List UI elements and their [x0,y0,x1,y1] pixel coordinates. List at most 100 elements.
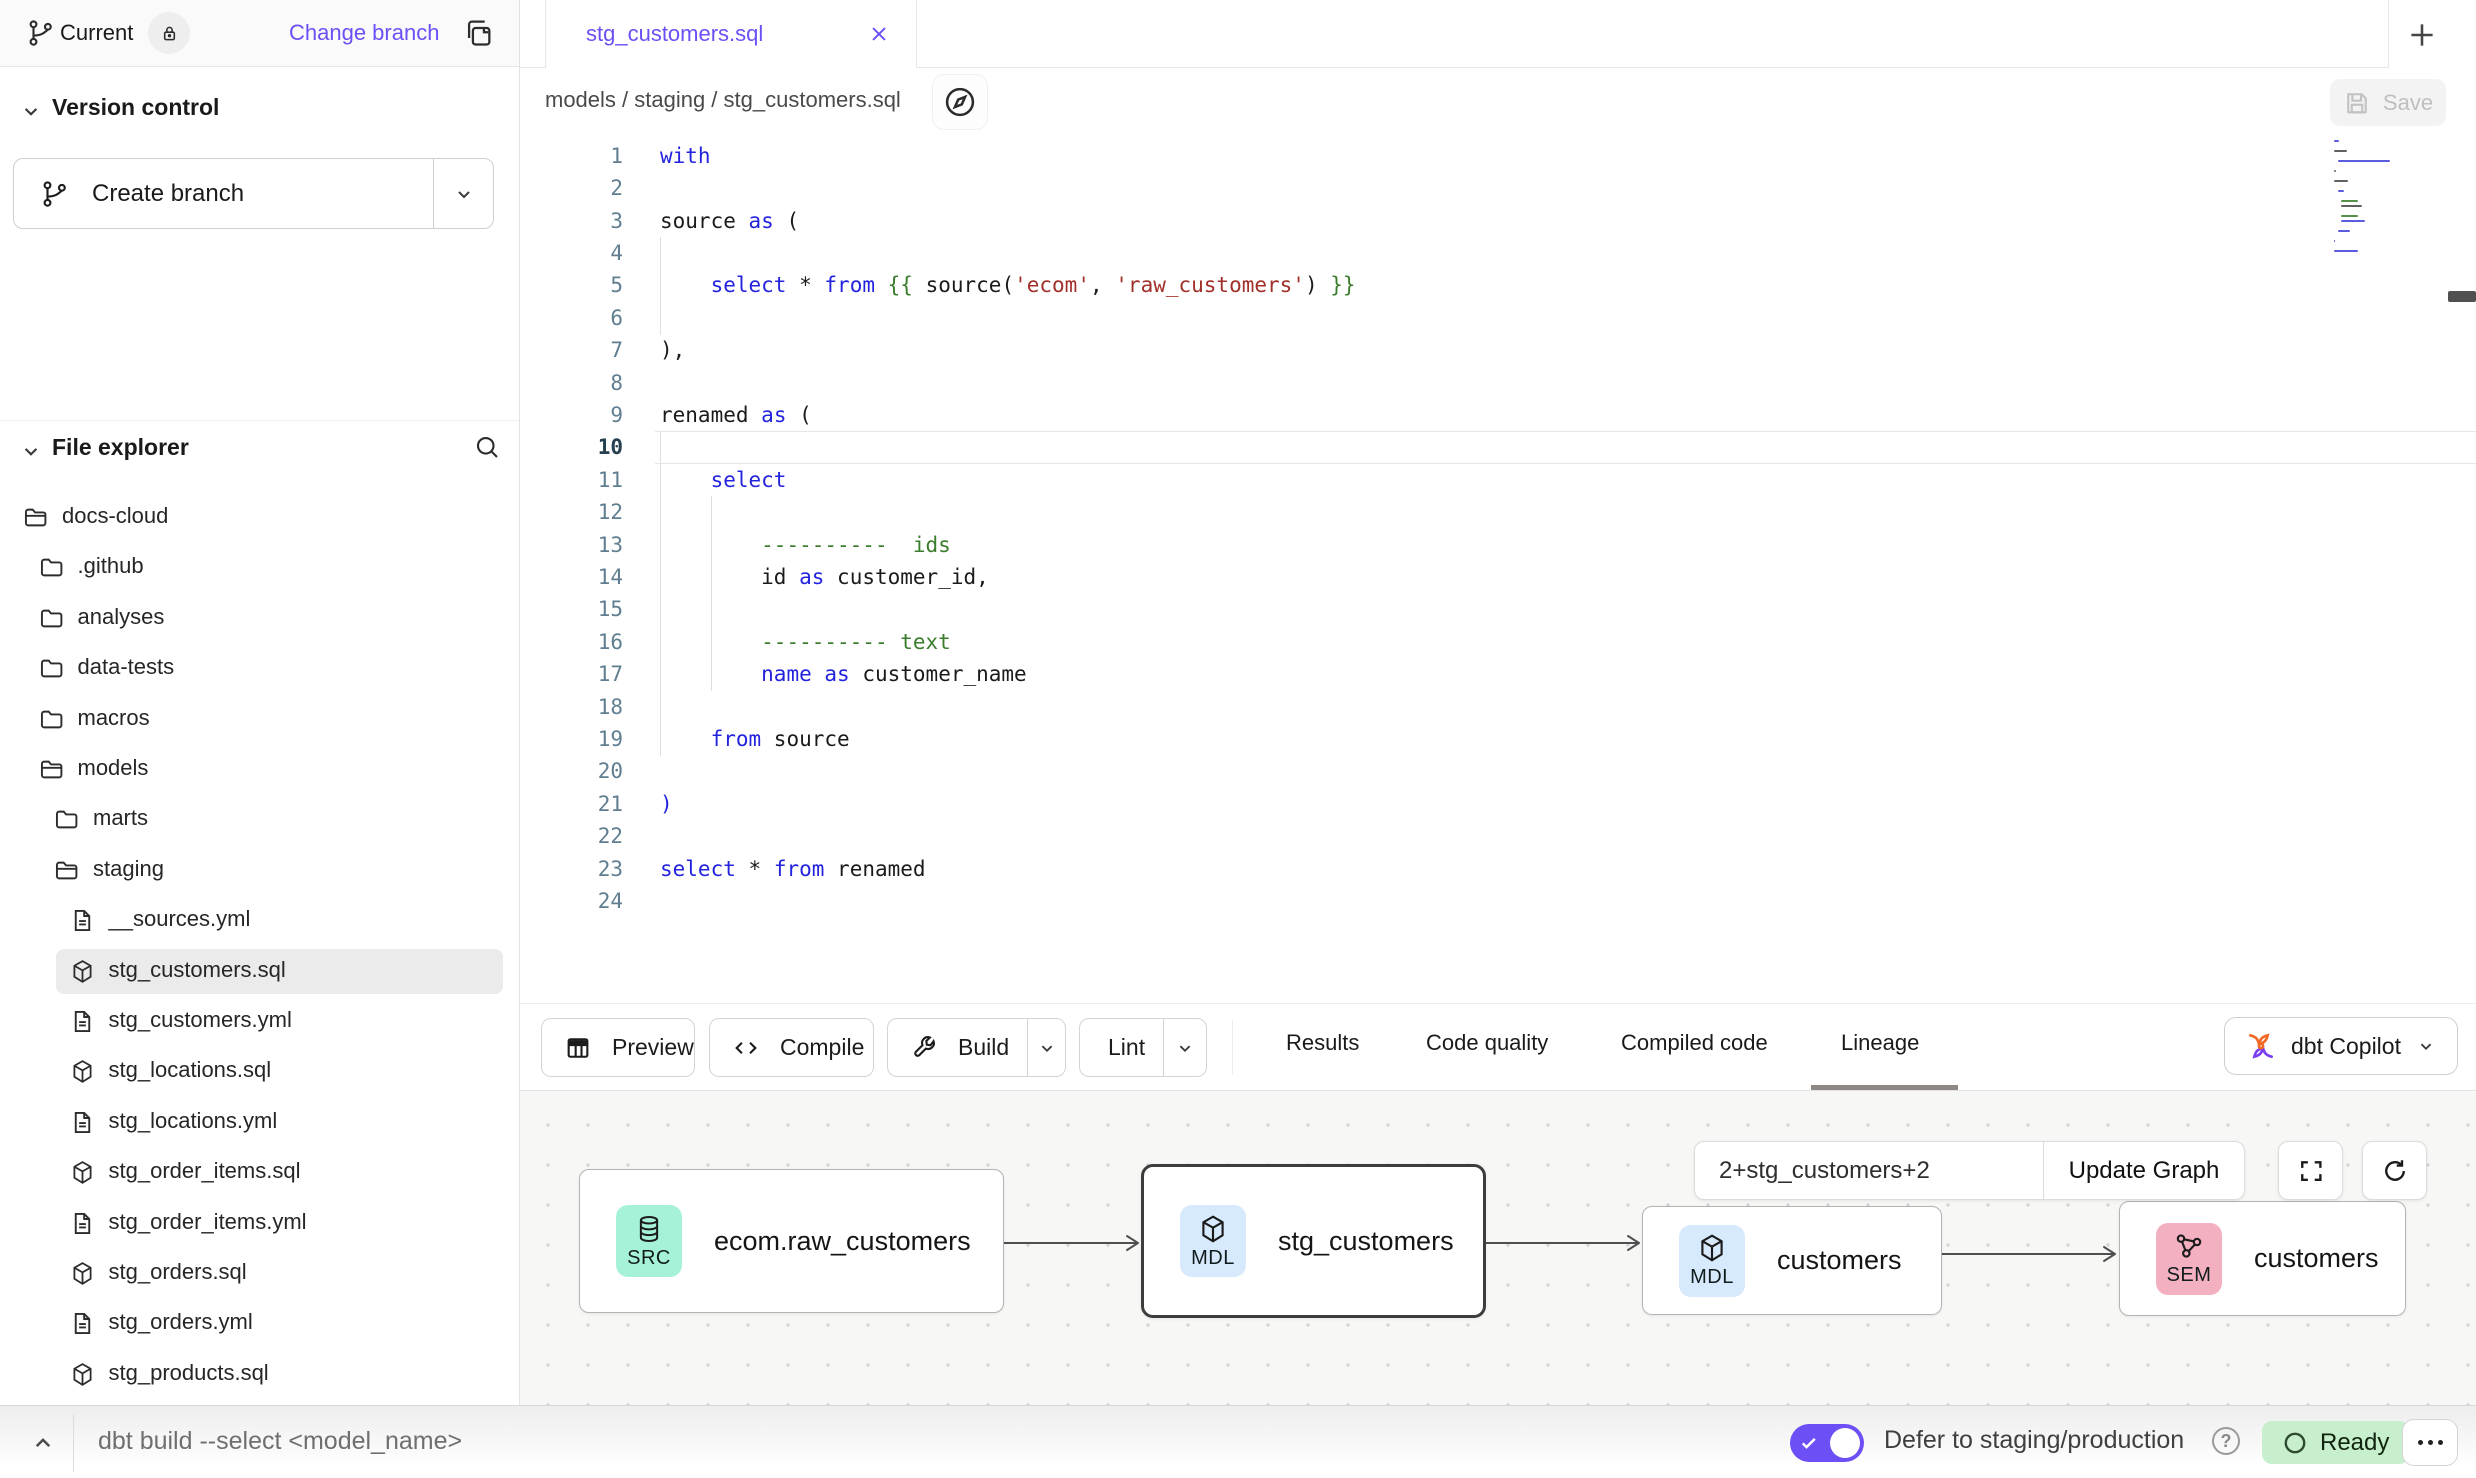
tab-results[interactable]: Results [1286,1030,1359,1056]
tab-stg-customers-sql[interactable]: stg_customers.sql [545,0,917,68]
close-icon[interactable] [866,21,892,47]
code-line-5[interactable]: 5 select * from {{ source('ecom', 'raw_c… [520,269,2476,302]
file-item-stg-products-sql[interactable]: stg_products.sql [0,1352,520,1398]
file-item-stg-locations-yml[interactable]: stg_locations.yml [0,1100,520,1146]
code-line-6[interactable]: 6 [520,302,2476,335]
file-item--sources-yml[interactable]: __sources.yml [0,898,520,944]
database-icon [634,1213,664,1245]
file-item-data-tests[interactable]: data-tests [0,646,520,692]
code-line-14[interactable]: 14 id as customer_id, [520,561,2476,594]
change-branch-link[interactable]: Change branch [289,20,439,46]
file-item-analyses[interactable]: analyses [0,596,520,642]
lineage-node-stg-customers[interactable]: MDLstg_customers [1141,1164,1486,1318]
lineage-node-customers[interactable]: MDLcustomers [1642,1206,1942,1315]
lineage-selector-input[interactable]: 2+stg_customers+2 [1695,1142,2043,1199]
file-item-marts[interactable]: marts [0,797,520,843]
file-item-docs-cloud[interactable]: docs-cloud [0,495,520,541]
lineage-node-ecom-raw-customers[interactable]: SRCecom.raw_customers [579,1169,1004,1313]
command-input[interactable]: dbt build --select <model_name> [98,1427,462,1456]
lint-dropdown[interactable] [1163,1019,1206,1076]
fullscreen-button[interactable] [2278,1141,2343,1200]
code-line-7[interactable]: 7), [520,334,2476,367]
code-line-2[interactable]: 2 [520,172,2476,205]
copy-icon[interactable] [462,16,496,50]
more-options-button[interactable] [2402,1419,2458,1466]
new-tab-button[interactable] [2402,15,2442,55]
code-line-10[interactable]: 10 [520,431,2476,464]
code-line-1[interactable]: 1with [520,140,2476,173]
file-item-stg-customers-yml[interactable]: stg_customers.yml [0,999,520,1045]
code-line-22[interactable]: 22 [520,820,2476,853]
code-line-13[interactable]: 13 ---------- ids [520,529,2476,562]
file-item-models[interactable]: models [0,747,520,793]
defer-toggle[interactable] [1790,1424,1864,1462]
search-icon[interactable] [472,432,502,462]
build-dropdown[interactable] [1027,1019,1065,1076]
code-line-20[interactable]: 20 [520,755,2476,788]
code-line-17[interactable]: 17 name as customer_name [520,658,2476,691]
minimap-line [2334,240,2335,242]
file-item-macros[interactable]: macros [0,697,520,743]
network-icon [2173,1230,2205,1262]
refresh-button[interactable] [2362,1141,2427,1200]
lint-button[interactable]: Lint [1079,1018,1207,1077]
code-editor[interactable]: 1with23source as (45 select * from {{ so… [520,135,2476,1003]
code-line-3[interactable]: 3source as ( [520,205,2476,238]
file-item-label: stg_orders.yml [109,1309,253,1335]
save-button[interactable]: Save [2330,79,2446,126]
file-item--github[interactable]: .github [0,545,520,591]
code-line-19[interactable]: 19 from source [520,723,2476,756]
code-line-11[interactable]: 11 select [520,464,2476,497]
compile-label: Compile [776,1034,868,1061]
model-cube-icon [69,1058,96,1085]
refresh-icon [2380,1156,2410,1186]
file-item-staging[interactable]: staging [0,848,520,894]
tab-lineage[interactable]: Lineage [1841,1030,1919,1056]
minimap[interactable] [2334,140,2392,270]
main-content: stg_customers.sql models / staging / stg… [520,0,2476,1405]
tab-strip: stg_customers.sql [520,0,2476,68]
file-explorer-collapse-icon[interactable] [18,438,44,464]
version-control-collapse-icon[interactable] [18,98,44,124]
lineage-node-customers[interactable]: SEMcustomers [2119,1201,2406,1316]
code-line-24[interactable]: 24 [520,885,2476,918]
code-line-16[interactable]: 16 ---------- text [520,626,2476,659]
help-icon[interactable]: ? [2212,1427,2240,1455]
update-graph-button[interactable]: Update Graph [2043,1142,2244,1199]
create-branch-button[interactable]: Create branch [13,158,494,229]
cube-icon [1696,1232,1728,1264]
code-text: select * from renamed [660,853,926,886]
file-item-stg-order-items-yml[interactable]: stg_order_items.yml [0,1201,520,1247]
chevron-up-icon[interactable] [28,1428,58,1458]
code-line-23[interactable]: 23select * from renamed [520,853,2476,886]
code-line-18[interactable]: 18 [520,691,2476,724]
cube-icon [1197,1213,1229,1245]
file-item-stg-order-items-sql[interactable]: stg_order_items.sql [0,1150,520,1196]
file-item-stg-orders-yml[interactable]: stg_orders.yml [0,1301,520,1347]
build-button[interactable]: Build [887,1018,1066,1077]
save-icon [2343,89,2371,117]
code-line-15[interactable]: 15 [520,593,2476,626]
copilot-compass-button[interactable] [932,74,988,130]
create-branch-dropdown[interactable] [433,159,493,228]
branch-bar: Current Change branch [0,0,519,67]
code-line-8[interactable]: 8 [520,367,2476,400]
preview-button[interactable]: Preview [541,1018,695,1077]
file-item-stg-locations-sql[interactable]: stg_locations.sql [0,1049,520,1095]
file-item-stg-customers-sql[interactable]: stg_customers.sql [0,949,520,995]
folder-open-icon [53,857,80,884]
code-line-9[interactable]: 9renamed as ( [520,399,2476,432]
create-branch-label: Create branch [92,180,244,208]
lint-label: Lint [1104,1034,1149,1061]
file-item-stg-orders-sql[interactable]: stg_orders.sql [0,1251,520,1297]
code-line-21[interactable]: 21) [520,788,2476,821]
code-line-12[interactable]: 12 [520,496,2476,529]
branch-readonly-badge [148,12,190,54]
tab-code-quality[interactable]: Code quality [1426,1030,1548,1056]
tab-compiled-code[interactable]: Compiled code [1621,1030,1768,1056]
code-line-4[interactable]: 4 [520,237,2476,270]
compile-button[interactable]: Compile [709,1018,874,1077]
scrollbar-thumb[interactable] [2448,291,2476,302]
lineage-panel[interactable]: SRCecom.raw_customers MDLstg_customers MDL… [520,1091,2476,1405]
dbt-copilot-button[interactable]: dbt Copilot [2224,1017,2458,1075]
